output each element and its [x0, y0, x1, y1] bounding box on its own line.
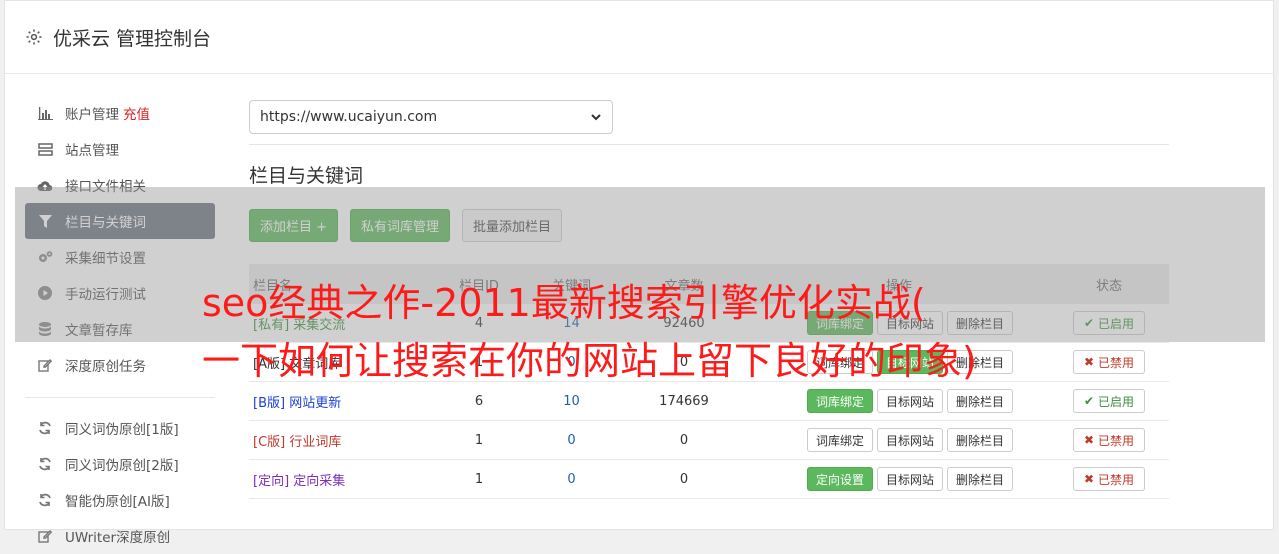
- table-row: [B版] 网站更新 6 10 174669 词库绑定 目标网站 删除栏目 ✔ 已启…: [249, 382, 1169, 421]
- column-name[interactable]: [定向] 定向采集: [249, 470, 434, 489]
- delete-column-button[interactable]: 删除栏目: [947, 467, 1014, 491]
- watermark-line-1: seo经典之作-2011最新搜索引擎优化实战(: [202, 281, 926, 325]
- status-toggle[interactable]: ✖ 已禁用: [1072, 428, 1146, 452]
- sidebar-item-uwriter[interactable]: UWriter深度原创: [25, 518, 215, 554]
- sidebar-item-account[interactable]: 账户管理 充值: [25, 95, 215, 131]
- app-title: 优采云 管理控制台: [53, 27, 212, 50]
- row-actions: 定向设置 目标网站 删除栏目: [749, 467, 1049, 491]
- column-name[interactable]: [B版] 网站更新: [249, 392, 434, 411]
- sidebar-item-label: 同义词伪原创[1版]: [65, 422, 179, 438]
- article-count: 0: [679, 471, 689, 487]
- row-actions: 词库绑定 目标网站 删除栏目: [749, 428, 1049, 452]
- server-icon: [37, 141, 53, 157]
- column-id: 1: [474, 432, 484, 448]
- target-setting-button[interactable]: 定向设置: [807, 467, 874, 491]
- sidebar-item-sites[interactable]: 站点管理: [25, 131, 215, 167]
- sidebar-item-label: 智能伪原创[AI版]: [65, 494, 170, 510]
- article-count: 174669: [659, 393, 709, 409]
- status-toggle[interactable]: ✖ 已禁用: [1072, 467, 1146, 491]
- close-icon: ✖: [1083, 472, 1095, 486]
- sidebar-item-label: 深度原创任务: [65, 359, 146, 375]
- section-title: 栏目与关键词: [249, 165, 364, 187]
- site-select[interactable]: https://www.ucaiyun.com: [249, 100, 613, 134]
- article-count: 0: [679, 432, 689, 448]
- main-content: https://www.ucaiyun.com 栏目与关键词 添加栏目 + 私有…: [249, 100, 1169, 499]
- sidebar-item-deep-original[interactable]: 深度原创任务: [25, 347, 215, 383]
- status-cell: ✖ 已禁用: [1049, 467, 1169, 491]
- column-id: 1: [474, 471, 484, 487]
- target-site-button[interactable]: 目标网站: [877, 428, 944, 452]
- table-row: [C版] 行业词库 1 0 0 词库绑定 目标网站 删除栏目 ✖ 已禁用: [249, 421, 1169, 460]
- watermark-line-2: 一下如何让搜索在你的网站上留下良好的印象): [202, 339, 977, 383]
- sidebar-item-synonym-v1[interactable]: 同义词伪原创[1版]: [25, 410, 215, 446]
- divider: [249, 144, 1169, 145]
- target-site-button[interactable]: 目标网站: [877, 389, 944, 413]
- keyword-count[interactable]: 0: [524, 472, 619, 487]
- gear-icon: [26, 29, 42, 45]
- site-select-value: https://www.ucaiyun.com: [260, 109, 438, 125]
- chevron-down-icon: [591, 114, 601, 121]
- close-icon: ✖: [1083, 433, 1095, 447]
- edit-icon: [37, 357, 53, 373]
- sidebar-item-label: 账户管理: [65, 107, 119, 123]
- bind-dict-button[interactable]: 词库绑定: [807, 389, 874, 413]
- column-id: 6: [474, 393, 484, 409]
- sidebar-item-label: 同义词伪原创[2版]: [65, 458, 179, 474]
- sidebar-item-ai-rewrite[interactable]: 智能伪原创[AI版]: [25, 482, 215, 518]
- row-actions: 词库绑定 目标网站 删除栏目: [749, 389, 1049, 413]
- status-cell: ✖ 已禁用: [1049, 428, 1169, 452]
- close-icon: ✖: [1083, 355, 1095, 369]
- bind-dict-button[interactable]: 词库绑定: [807, 428, 874, 452]
- keyword-count[interactable]: 0: [524, 433, 619, 448]
- target-site-button[interactable]: 目标网站: [877, 467, 944, 491]
- delete-column-button[interactable]: 删除栏目: [947, 428, 1014, 452]
- status-toggle[interactable]: ✖ 已禁用: [1072, 350, 1146, 374]
- check-icon: ✔: [1083, 394, 1095, 408]
- refresh-icon: [37, 420, 53, 436]
- keyword-count[interactable]: 10: [524, 394, 619, 409]
- table-row: [定向] 定向采集 1 0 0 定向设置 目标网站 删除栏目 ✖ 已禁用: [249, 460, 1169, 499]
- bar-chart-icon: [37, 105, 53, 121]
- recharge-link[interactable]: 充值: [123, 103, 150, 123]
- column-name[interactable]: [C版] 行业词库: [249, 431, 434, 450]
- sidebar-item-synonym-v2[interactable]: 同义词伪原创[2版]: [25, 446, 215, 482]
- sidebar-item-label: UWriter深度原创: [65, 530, 171, 546]
- delete-column-button[interactable]: 删除栏目: [947, 389, 1014, 413]
- status-cell: ✔ 已启用: [1049, 389, 1169, 413]
- refresh-icon: [37, 456, 53, 472]
- title-bar: 优采云 管理控制台: [5, 1, 1273, 74]
- sidebar-divider: [25, 397, 215, 398]
- edit-icon: [37, 528, 53, 544]
- status-toggle[interactable]: ✔ 已启用: [1072, 389, 1146, 413]
- status-cell: ✖ 已禁用: [1049, 350, 1169, 374]
- sidebar-item-label: 站点管理: [65, 143, 119, 159]
- refresh-icon: [37, 492, 53, 508]
